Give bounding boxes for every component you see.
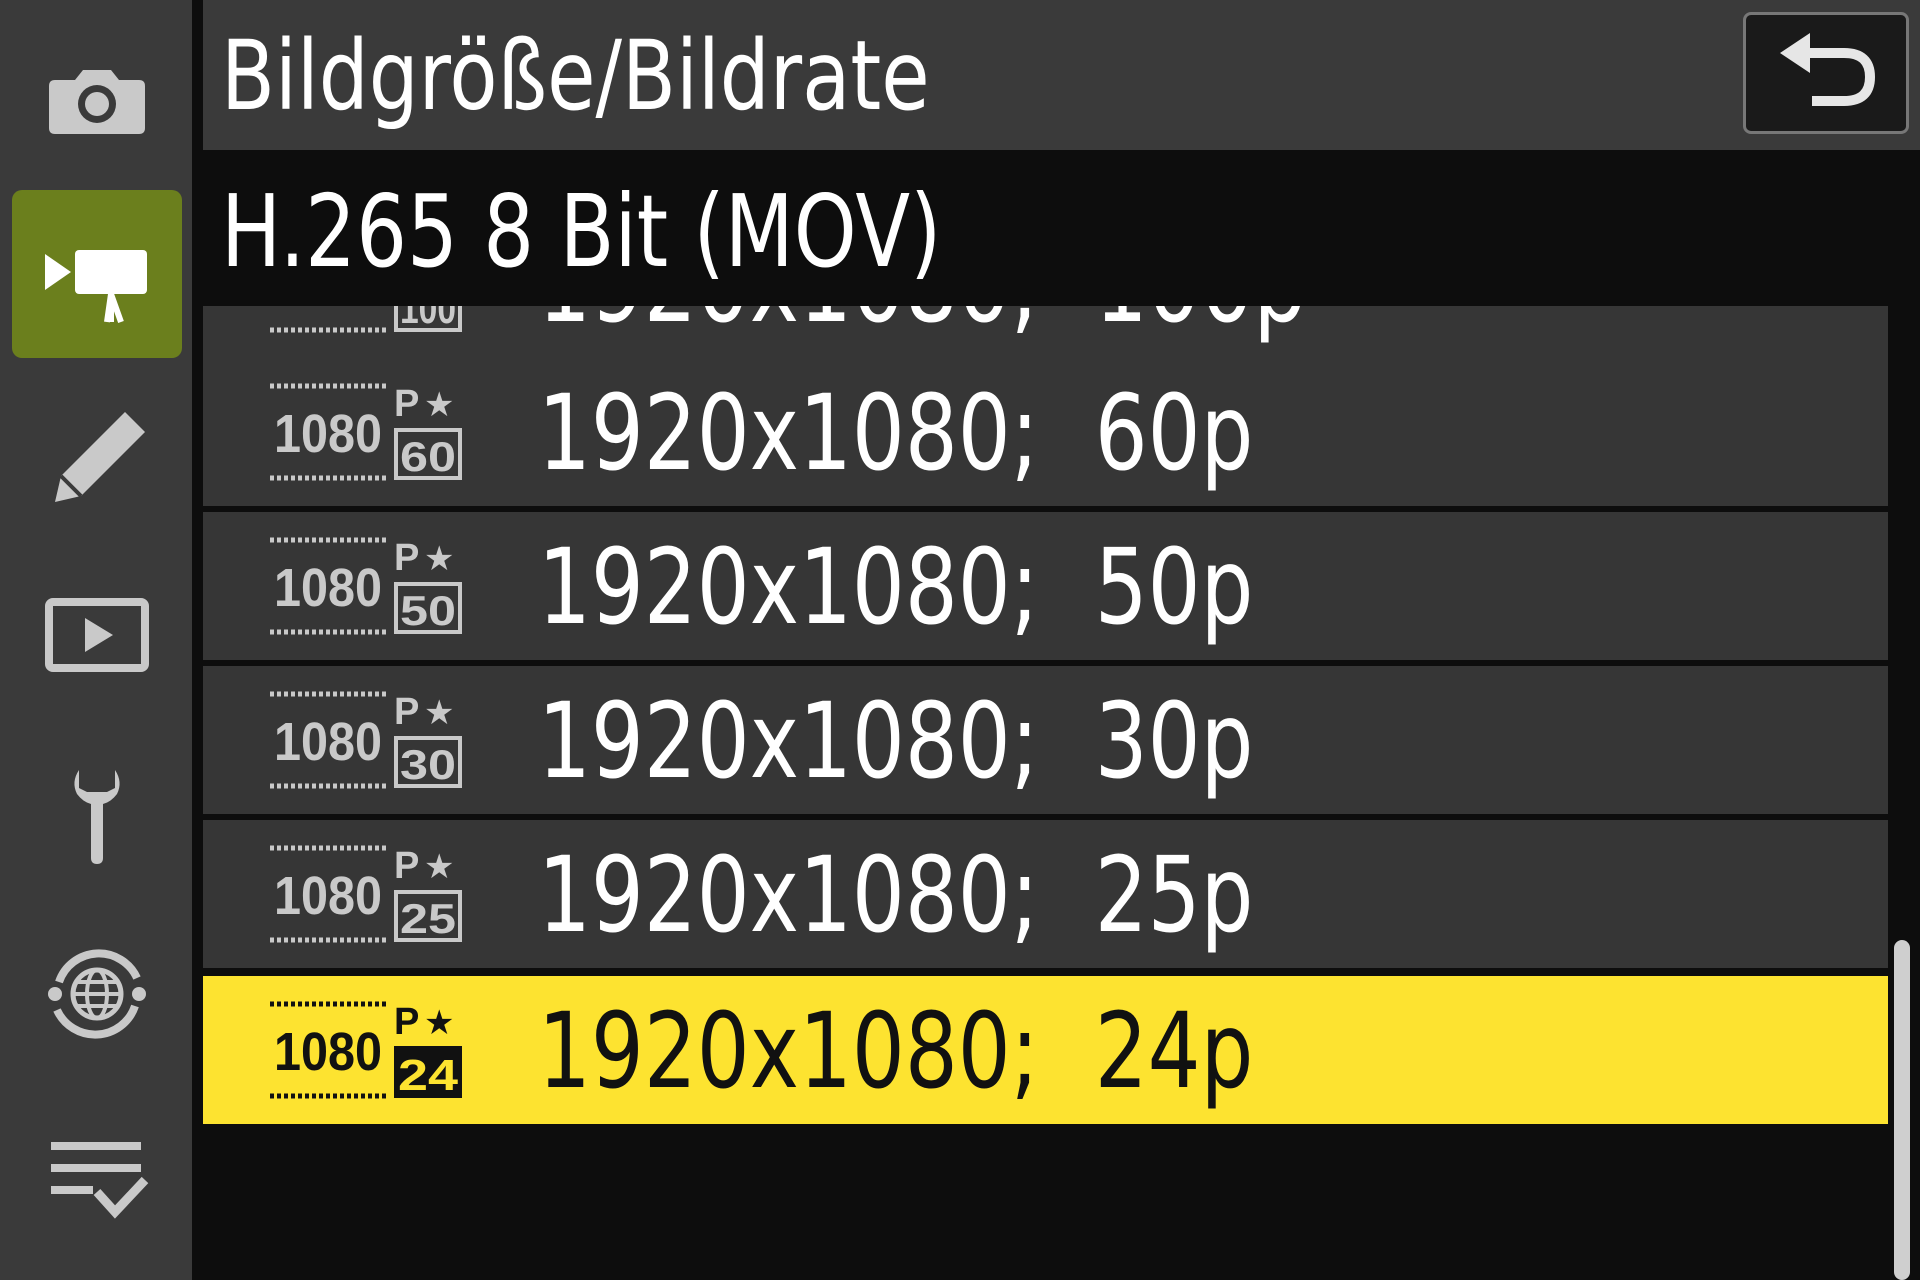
svg-text:★: ★ xyxy=(424,385,454,425)
network-globe-icon xyxy=(48,949,146,1039)
back-button[interactable] xyxy=(1743,12,1909,134)
menu-header: Bildgröße/Bildrate xyxy=(203,0,1920,150)
frame-size-rate-list: 1080P★1001920x1080;100p1080P★601920x1080… xyxy=(203,306,1888,1280)
frame-size-text: 1920x1080; xyxy=(538,372,1039,494)
frame-size-mode-icon: 1080 P ★ 30 xyxy=(268,690,464,790)
my-menu-checklist-icon xyxy=(51,1142,149,1219)
movie-camera-icon xyxy=(45,250,147,324)
svg-text:P: P xyxy=(394,1001,419,1043)
svg-text:25: 25 xyxy=(400,895,456,942)
frame-size-mode-icon: 1080 P ★ 50 xyxy=(268,536,464,636)
list-item[interactable]: 1080 P ★ 50 1920x1080; 50p xyxy=(203,512,1888,660)
playback-icon xyxy=(45,598,149,672)
svg-text:60: 60 xyxy=(400,433,456,480)
svg-text:50: 50 xyxy=(400,587,456,634)
camera-menu-screen: Bildgröße/Bildrate H.265 8 Bit (MOV) 108… xyxy=(0,0,1920,1280)
svg-text:P: P xyxy=(394,537,419,579)
svg-text:1080: 1080 xyxy=(274,1022,382,1082)
pencil-icon xyxy=(55,412,145,502)
list-item[interactable]: 1080 P ★ 60 1920x1080; 60p xyxy=(203,358,1888,506)
svg-text:1080: 1080 xyxy=(274,404,382,464)
svg-text:★: ★ xyxy=(424,693,454,733)
frame-size-rate-label: 1920x1080; 60p xyxy=(538,378,1253,488)
svg-text:P: P xyxy=(394,845,419,887)
svg-text:P: P xyxy=(394,383,419,425)
svg-text:★: ★ xyxy=(424,539,454,579)
frame-size-rate-label: 1920x1080; 24p xyxy=(538,996,1253,1106)
sidebar-item-my-menu[interactable] xyxy=(12,1090,182,1258)
svg-text:1080: 1080 xyxy=(274,558,382,618)
frame-size-text: 1920x1080; xyxy=(538,990,1039,1112)
codec-title: H.265 8 Bit (MOV) xyxy=(221,173,942,290)
page-title: Bildgröße/Bildrate xyxy=(221,20,930,132)
svg-text:1080: 1080 xyxy=(274,712,382,772)
frame-size-mode-icon: 1080 P ★ 24 xyxy=(268,1000,464,1100)
frame-rate-text: 24p xyxy=(1094,990,1254,1112)
scroll-thumb[interactable] xyxy=(1894,940,1910,1280)
return-arrow-icon xyxy=(1780,33,1876,106)
sidebar-item-network[interactable] xyxy=(12,910,182,1078)
frame-size-mode-icon: 1080 P ★ 60 xyxy=(268,382,464,482)
frame-size-text: 1920x1080; xyxy=(538,834,1039,956)
frame-size-text: 1920x1080; xyxy=(538,680,1039,802)
frame-size-mode-icon: 1080 P ★ 25 xyxy=(268,844,464,944)
frame-size-rate-label: 1920x1080; 100p xyxy=(538,306,1306,340)
frame-rate-text: 50p xyxy=(1094,526,1254,648)
list-item[interactable]: 1080 P ★ 25 1920x1080; 25p xyxy=(203,820,1888,968)
wrench-icon xyxy=(74,770,120,864)
codec-subheader: H.265 8 Bit (MOV) xyxy=(203,150,1920,306)
svg-text:★: ★ xyxy=(424,1003,454,1043)
list-item[interactable]: 1080 P ★ 30 1920x1080; 30p xyxy=(203,666,1888,814)
menu-sidebar xyxy=(0,0,192,1280)
frame-size-mode-icon: 1080P★100 xyxy=(268,306,464,334)
svg-text:30: 30 xyxy=(400,741,456,788)
svg-text:100: 100 xyxy=(400,306,456,332)
sidebar-item-setup[interactable] xyxy=(12,730,182,898)
frame-size-rate-label: 1920x1080; 50p xyxy=(538,532,1253,642)
frame-rate-text: 100p xyxy=(1095,306,1307,340)
sidebar-item-movie-recording[interactable] xyxy=(12,190,182,358)
list-scrollbar[interactable] xyxy=(1888,306,1920,1280)
frame-size-text: 1920x1080; xyxy=(538,306,1039,340)
list-item[interactable]: 1080 P ★ 24 1920x1080; 24p xyxy=(203,976,1888,1124)
sidebar-item-playback[interactable] xyxy=(12,550,182,718)
frame-size-rate-label: 1920x1080; 25p xyxy=(538,840,1253,950)
sidebar-item-retouch[interactable] xyxy=(12,370,182,538)
frame-rate-text: 60p xyxy=(1094,372,1254,494)
sidebar-item-photo-shooting[interactable] xyxy=(12,16,182,184)
svg-text:1080: 1080 xyxy=(274,306,382,316)
svg-text:★: ★ xyxy=(424,847,454,887)
list-item[interactable]: 1080P★100 1920x1080; 100p xyxy=(203,306,1888,358)
frame-rate-text: 30p xyxy=(1094,680,1254,802)
frame-size-text: 1920x1080; xyxy=(538,526,1039,648)
svg-text:1080: 1080 xyxy=(274,866,382,926)
camera-icon xyxy=(49,70,145,134)
frame-size-rate-label: 1920x1080; 30p xyxy=(538,686,1253,796)
frame-rate-text: 25p xyxy=(1094,834,1254,956)
svg-text:P: P xyxy=(394,691,419,733)
svg-text:24: 24 xyxy=(398,1051,459,1100)
